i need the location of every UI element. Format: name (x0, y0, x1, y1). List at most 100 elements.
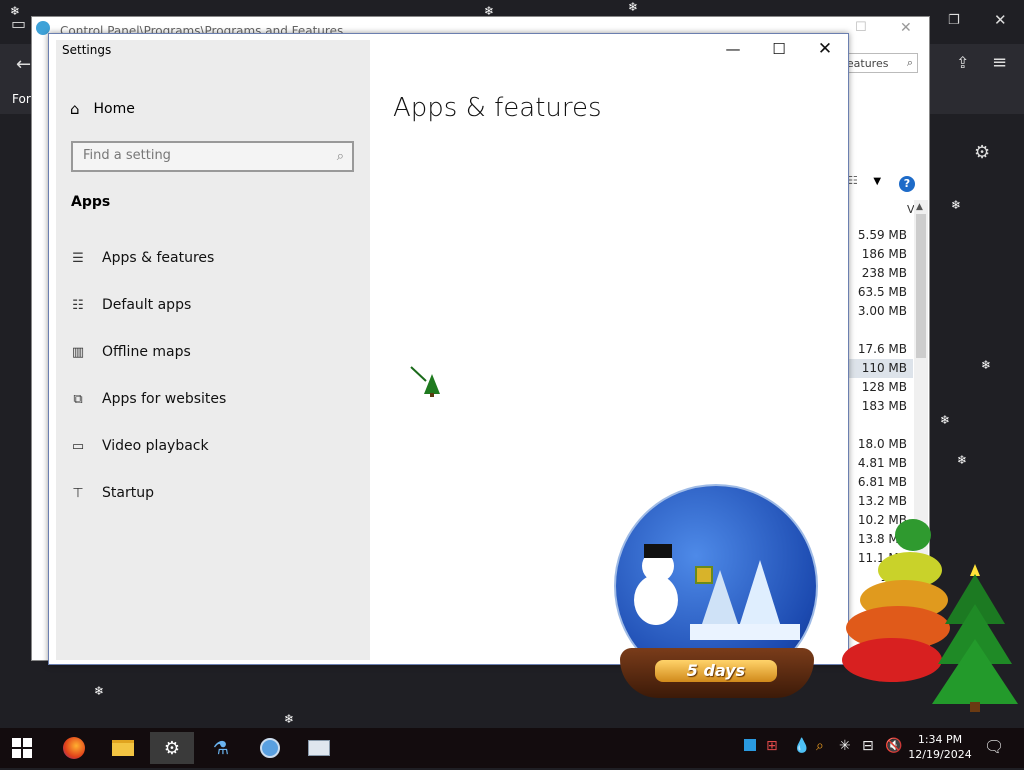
snowman-body (634, 575, 678, 625)
menu-icon[interactable]: ≡ (992, 54, 1007, 72)
background-app-label: For (12, 92, 31, 106)
map-icon: ▥ (71, 344, 85, 360)
snowflake-icon: ❄ (957, 453, 968, 467)
cp-search-input[interactable]: features ⌕ (838, 53, 918, 73)
program-size-cell[interactable]: 6.81 MB (849, 473, 913, 492)
video-icon: ▭ (71, 438, 85, 454)
nav-label: Apps for websites (102, 391, 227, 407)
nav-item-default-apps[interactable]: ☷ Default apps (70, 297, 191, 313)
program-size-cell[interactable]: 186 MB (849, 245, 913, 264)
folder-icon (112, 740, 134, 756)
program-size-cell[interactable]: 3.00 MB (849, 302, 913, 321)
globe-app-icon (260, 738, 280, 758)
restore-icon[interactable]: ❐ (948, 14, 960, 27)
programs-window-icon (308, 740, 330, 756)
section-heading: Apps (71, 194, 111, 210)
cp-maximize-icon[interactable]: ☐ (855, 20, 867, 35)
taskbar-settings[interactable]: ⚙ (150, 732, 194, 764)
snowflake-icon: ❄ (94, 684, 105, 698)
volume-muted-icon[interactable]: 🔇 (885, 738, 902, 754)
nav-item-apps-for-websites[interactable]: ⧉ Apps for websites (70, 391, 226, 407)
search-icon: ⌕ (906, 56, 913, 69)
tray-search-icon[interactable]: ⌕ (816, 738, 824, 754)
program-size-cell[interactable]: 63.5 MB (849, 283, 913, 302)
taskbar-globe-app[interactable] (248, 732, 292, 764)
control-panel-icon: ⚗ (212, 737, 230, 759)
snowman-hat (644, 544, 672, 558)
view-icon: ☷ (848, 174, 858, 187)
maximize-button[interactable]: ☐ (764, 40, 794, 58)
snowflake-icon: ❄ (628, 0, 639, 14)
home-label: Home (93, 101, 135, 117)
program-size-cell[interactable]: 183 MB (849, 397, 913, 416)
program-size-cell[interactable]: 18.0 MB (849, 435, 913, 454)
default-apps-icon: ☷ (72, 297, 84, 313)
program-size-cell[interactable] (849, 416, 913, 435)
taskbar-file-explorer[interactable] (101, 732, 145, 764)
snowflake-icon: ❄ (284, 712, 295, 726)
tray-network-share-icon[interactable]: ⊞ (766, 738, 778, 754)
settings-window-title: Settings (62, 43, 112, 57)
home-icon: ⌂ (70, 100, 80, 118)
taskbar-programs[interactable] (297, 732, 341, 764)
nav-label: Offline maps (102, 344, 191, 360)
taskbar-clock[interactable]: 1:34 PM 12/19/2024 (908, 732, 972, 762)
cp-close-icon[interactable]: ✕ (900, 20, 912, 36)
christmas-tree-icon (932, 564, 1018, 712)
tray-snowflake-icon[interactable]: ✳ (839, 738, 851, 754)
open-link-icon: ⧉ (73, 391, 83, 407)
nav-label: Apps & features (102, 250, 215, 266)
action-center-icon[interactable]: 🗨 (984, 737, 1004, 756)
gift-icon (695, 566, 713, 584)
startup-icon: ⊤ (72, 485, 84, 501)
program-size-cell[interactable] (849, 321, 913, 340)
taskbar-control-panel[interactable]: ⚗ (199, 732, 243, 764)
taskbar-firefox[interactable] (52, 732, 96, 764)
program-size-cell[interactable]: 17.6 MB (849, 340, 913, 359)
find-setting-input[interactable]: Find a setting ⌕ (71, 141, 354, 172)
cp-scrollbar-thumb[interactable] (916, 214, 926, 358)
snowflake-icon: ❄ (951, 198, 962, 212)
help-icon[interactable]: ? (899, 176, 915, 192)
nav-item-startup[interactable]: ⊤ Startup (70, 485, 154, 501)
tray-drop-icon[interactable]: 💧 (793, 738, 810, 754)
snowflake-icon: ❄ (940, 413, 951, 427)
close-icon[interactable]: ✕ (994, 13, 1007, 28)
close-button[interactable]: ✕ (810, 39, 840, 59)
firefox-icon (63, 737, 85, 759)
list-icon: ☰ (72, 250, 84, 266)
nav-item-offline-maps[interactable]: ▥ Offline maps (70, 344, 191, 360)
snowflake-icon: ❄ (484, 4, 495, 18)
program-size-cell[interactable]: 128 MB (849, 378, 913, 397)
minimize-button[interactable]: — (718, 40, 748, 58)
tray-network-icon[interactable]: ⊟ (862, 738, 874, 754)
program-size-cell[interactable]: 110 MB (849, 359, 913, 378)
program-size-cell[interactable]: 5.59 MB (849, 226, 913, 245)
nav-item-apps-features[interactable]: ☰ Apps & features (70, 250, 214, 266)
clock-time: 1:34 PM (917, 733, 963, 746)
app-window-icon: ▭ (11, 14, 27, 33)
page-title: Apps & features (393, 93, 602, 123)
home-nav-item[interactable]: ⌂ Home (70, 100, 135, 118)
share-icon[interactable]: ⇪ (956, 55, 969, 71)
snowflake-icon: ❄ (10, 4, 21, 18)
back-arrow-icon[interactable]: ← (16, 56, 31, 74)
nav-label: Video playback (102, 438, 209, 454)
program-size-cell[interactable]: 238 MB (849, 264, 913, 283)
tree-cursor-icon (410, 366, 440, 397)
gear-icon[interactable]: ⚙ (974, 144, 990, 162)
program-size-cell[interactable]: 4.81 MB (849, 454, 913, 473)
chevron-down-icon: ▼ (873, 176, 882, 187)
snowflake-icon: ❄ (981, 358, 992, 372)
tray-app-icon[interactable] (744, 739, 756, 751)
start-button[interactable] (0, 732, 44, 764)
settings-gear-icon: ⚙ (163, 737, 181, 759)
nav-item-video-playback[interactable]: ▭ Video playback (70, 438, 209, 454)
clock-date: 12/19/2024 (908, 748, 972, 761)
countdown-label: 5 days (655, 660, 777, 682)
scroll-up-icon[interactable]: ▲ (916, 202, 923, 212)
search-icon: ⌕ (336, 149, 344, 164)
windows-logo-icon (12, 738, 32, 758)
nav-label: Startup (102, 485, 154, 501)
nav-label: Default apps (102, 297, 192, 313)
